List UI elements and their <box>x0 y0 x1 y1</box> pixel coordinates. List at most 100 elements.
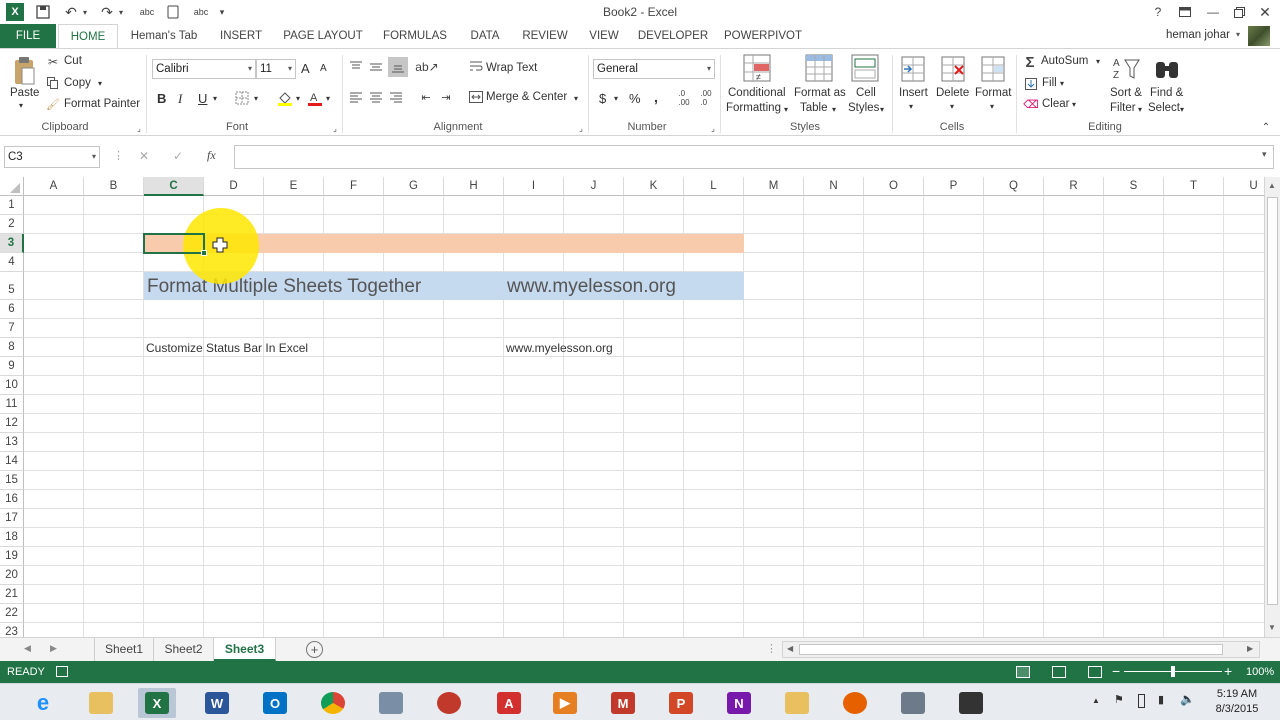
fill-dropdown-icon[interactable]: ▾ <box>1060 79 1064 88</box>
touch-mode-icon[interactable] <box>164 3 182 21</box>
zoom-level[interactable]: 100% <box>1246 666 1274 678</box>
column-header-s[interactable]: S <box>1104 177 1164 196</box>
avatar[interactable] <box>1248 26 1270 46</box>
insert-function-icon[interactable]: fx <box>207 148 216 163</box>
autosum-dropdown-icon[interactable]: ▾ <box>1096 57 1100 66</box>
taskbar-powerpoint[interactable]: P <box>662 688 700 718</box>
delete-dropdown-icon[interactable]: ▾ <box>950 102 954 111</box>
autosum-button[interactable]: AutoSum <box>1041 55 1088 67</box>
row-header-2[interactable]: 2 <box>0 215 24 234</box>
user-name[interactable]: heman johar <box>1166 29 1230 41</box>
cancel-icon[interactable]: ✕ <box>139 149 149 163</box>
tray-flag-icon[interactable]: ⚑ <box>1114 693 1124 706</box>
alignment-launcher-icon[interactable]: ⌟ <box>576 123 586 133</box>
tab-developer[interactable]: DEVELOPER <box>634 24 712 48</box>
tab-hemans[interactable]: Heman's Tab <box>122 24 206 48</box>
tab-powerpivot[interactable]: POWERPIVOT <box>718 24 808 48</box>
clear-dropdown-icon[interactable]: ▾ <box>1072 100 1076 109</box>
row-header-17[interactable]: 17 <box>0 509 24 528</box>
row-header-15[interactable]: 15 <box>0 471 24 490</box>
column-header-k[interactable]: K <box>624 177 684 196</box>
decrease-indent-icon[interactable]: ⇤ <box>418 89 434 105</box>
format-table-dropdown-icon[interactable]: ▾ <box>832 105 836 114</box>
customize-qat-icon[interactable]: ▾ <box>216 3 228 21</box>
taskbar-outlook[interactable]: O <box>256 688 294 718</box>
row-header-7[interactable]: 7 <box>0 319 24 338</box>
expand-formula-bar-icon[interactable]: ▾ <box>1262 149 1267 160</box>
find-dropdown-icon[interactable]: ▾ <box>1180 105 1184 114</box>
sort-dropdown-icon[interactable]: ▾ <box>1138 105 1142 114</box>
column-header-u[interactable]: U <box>1224 177 1264 196</box>
prev-sheet-icon[interactable]: ◀ <box>24 643 31 654</box>
next-sheet-icon[interactable]: ▶ <box>50 643 57 654</box>
row-header-6[interactable]: 6 <box>0 300 24 319</box>
fill-color-dropdown-icon[interactable]: ▾ <box>296 94 300 103</box>
row-header-22[interactable]: 22 <box>0 604 24 623</box>
taskbar-word[interactable]: W <box>198 688 236 718</box>
clock-time[interactable]: 5:19 AM <box>1214 688 1260 700</box>
delete-button[interactable]: Delete <box>936 87 969 99</box>
format-as-table-button[interactable]: Format as <box>794 87 846 99</box>
row-header-18[interactable]: 18 <box>0 528 24 547</box>
taskbar-app6[interactable] <box>430 688 468 718</box>
column-header-l[interactable]: L <box>684 177 744 196</box>
number-launcher-icon[interactable]: ⌟ <box>708 123 718 133</box>
cell-styles-button[interactable]: Cell <box>856 87 876 99</box>
underline-dropdown-icon[interactable]: ▾ <box>213 94 217 103</box>
copy-dropdown-icon[interactable]: ▾ <box>98 79 102 88</box>
tray-volume-icon[interactable]: 🔈 <box>1180 692 1195 706</box>
fill-handle[interactable] <box>201 250 207 256</box>
normal-view-icon[interactable] <box>1016 666 1030 678</box>
taskbar-app5[interactable] <box>372 688 410 718</box>
taskbar-onenote[interactable]: N <box>720 688 758 718</box>
column-header-o[interactable]: O <box>864 177 924 196</box>
increase-decimal-icon[interactable]: .0.00 <box>676 89 692 107</box>
increase-indent-icon[interactable]: ⇥ <box>438 89 454 105</box>
column-header-b[interactable]: B <box>84 177 144 196</box>
increase-font-button[interactable]: A <box>301 61 310 76</box>
taskbar-excel[interactable]: X <box>138 688 176 718</box>
zoom-slider-thumb[interactable] <box>1171 666 1175 677</box>
align-center-icon[interactable] <box>368 89 384 105</box>
enter-icon[interactable]: ✓ <box>173 149 183 163</box>
active-cell[interactable] <box>143 233 205 254</box>
row-header-12[interactable]: 12 <box>0 414 24 433</box>
user-dropdown-icon[interactable]: ▾ <box>1236 30 1240 39</box>
paste-dropdown-icon[interactable]: ▾ <box>19 101 23 110</box>
tab-sheet3[interactable]: Sheet3 <box>214 638 276 661</box>
tab-data[interactable]: DATA <box>460 24 510 48</box>
fill-button[interactable]: Fill <box>1042 77 1057 89</box>
redo-icon[interactable]: ↷ <box>98 3 116 21</box>
select-all-corner[interactable] <box>0 177 24 196</box>
row-header-11[interactable]: 11 <box>0 395 24 414</box>
taskbar-app8[interactable]: ▶ <box>546 688 584 718</box>
column-header-q[interactable]: Q <box>984 177 1044 196</box>
column-header-d[interactable]: D <box>204 177 264 196</box>
tray-battery-icon[interactable] <box>1138 694 1145 708</box>
page-break-view-icon[interactable] <box>1088 666 1102 678</box>
column-header-r[interactable]: R <box>1044 177 1104 196</box>
scroll-left-icon[interactable]: ◀ <box>787 644 793 653</box>
font-color-icon[interactable]: A <box>306 89 324 107</box>
cell-i8[interactable]: www.myelesson.org <box>506 341 613 355</box>
ribbon-display-icon[interactable] <box>1176 3 1194 21</box>
insert-button[interactable]: Insert <box>899 87 928 99</box>
column-header-i[interactable]: I <box>504 177 564 196</box>
macro-record-icon[interactable] <box>56 666 68 677</box>
cell-c8[interactable]: Customize Status Bar In Excel <box>146 341 308 355</box>
percent-button[interactable]: % <box>629 91 641 106</box>
decrease-font-button[interactable]: A <box>320 63 327 74</box>
font-color-dropdown-icon[interactable]: ▾ <box>326 94 330 103</box>
row-header-3[interactable]: 3 <box>0 234 24 253</box>
taskbar-acrobat[interactable]: A <box>490 688 528 718</box>
column-header-g[interactable]: G <box>384 177 444 196</box>
taskbar-app12[interactable] <box>778 688 816 718</box>
excel-app-icon[interactable]: X <box>6 3 24 21</box>
merge-center-button[interactable]: Merge & Center <box>486 91 567 103</box>
wrap-text-button[interactable]: Wrap Text <box>486 62 537 74</box>
row-header-20[interactable]: 20 <box>0 566 24 585</box>
page-layout-view-icon[interactable] <box>1052 666 1066 678</box>
row-header-16[interactable]: 16 <box>0 490 24 509</box>
scroll-thumb[interactable] <box>1267 197 1278 605</box>
taskbar-explorer[interactable] <box>82 688 120 718</box>
